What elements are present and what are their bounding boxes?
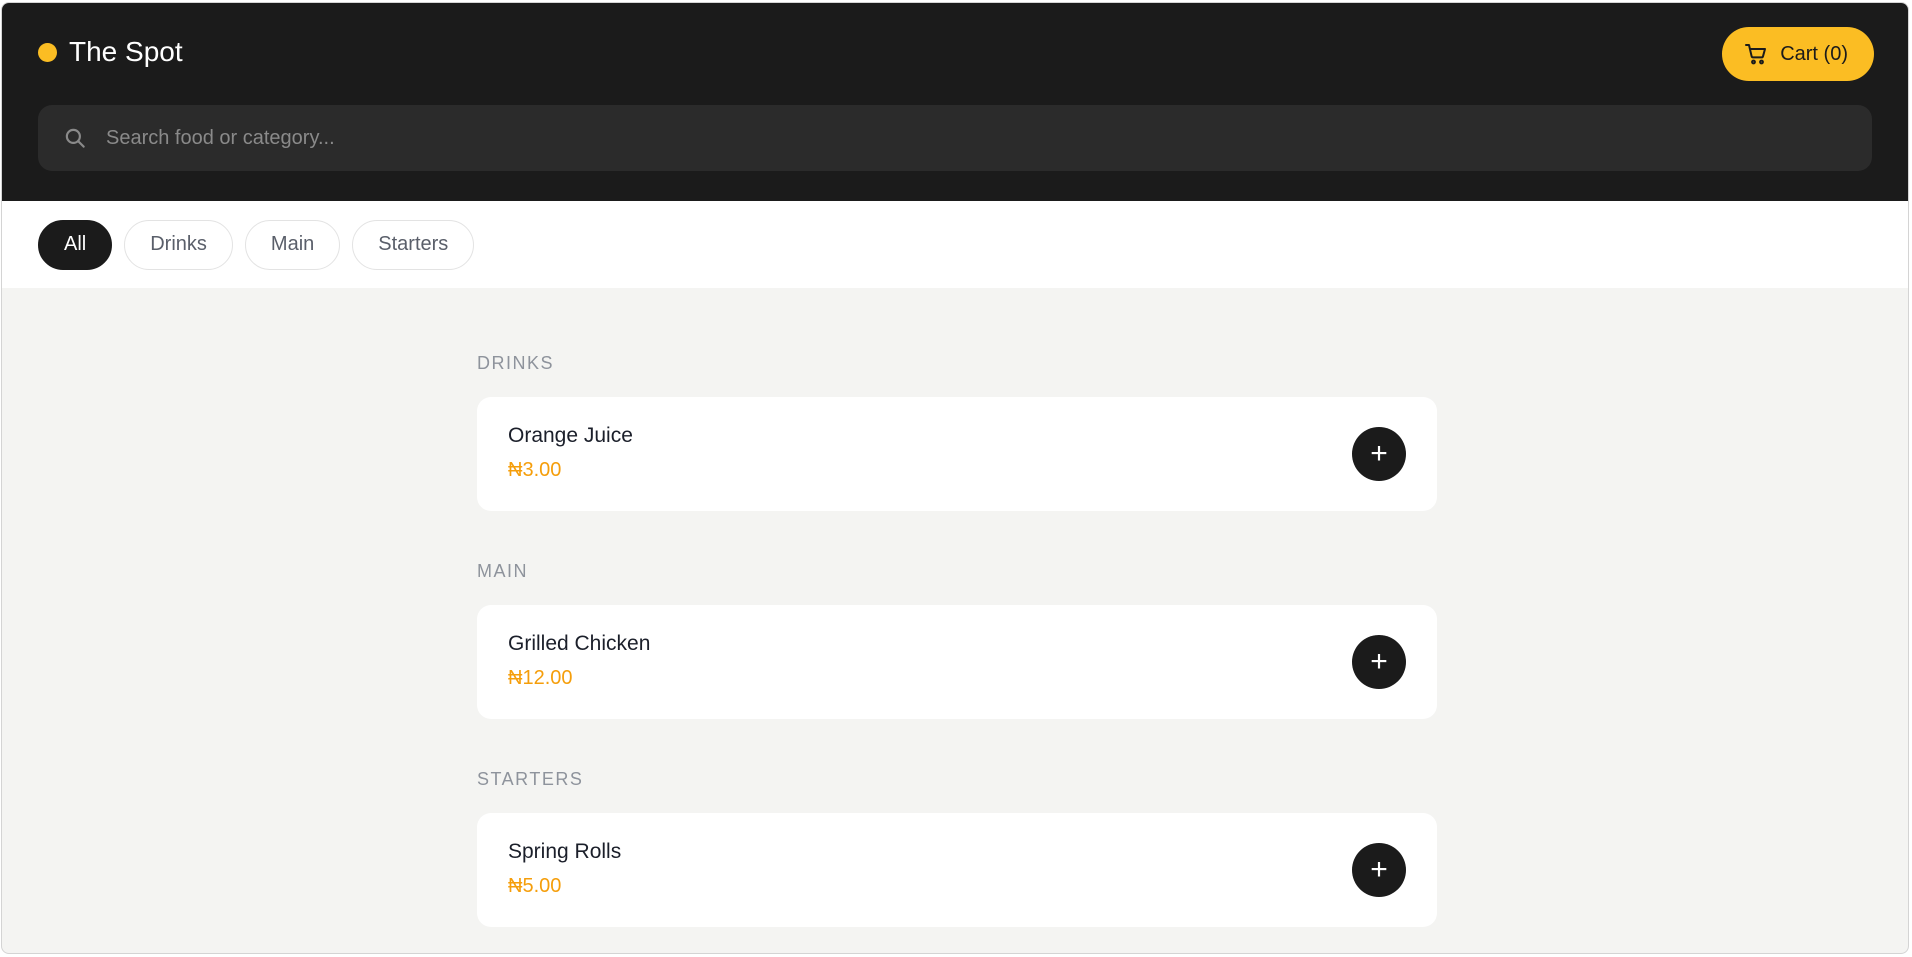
section-heading: MAIN [477,561,528,581]
item-name: Spring Rolls [508,840,622,863]
menu-section-drinks: DRINKS Orange Juice ₦3.00 + [477,351,1437,511]
item-price: ₦12.00 [508,667,573,689]
cart-button[interactable]: Cart (0) [1722,27,1874,81]
section-heading: DRINKS [477,353,555,373]
search-box[interactable] [38,105,1872,171]
brand-name: The Spot [69,36,183,67]
add-to-cart-button[interactable]: + [1352,635,1406,689]
status-dot-icon [38,42,57,62]
menu-item-card: Spring Rolls ₦5.00 + [477,813,1437,927]
menu-section-starters: STARTERS Spring Rolls ₦5.00 + [477,767,1437,927]
menu-item-card: Orange Juice ₦3.00 + [477,397,1437,511]
filter-chip-starters[interactable]: Starters [352,219,475,270]
menu-section-main: MAIN Grilled Chicken ₦12.00 + [477,559,1437,719]
category-filter-bar: All Drinks Main Starters [2,201,1908,288]
top-bar: The Spot Cart (0) [2,3,1908,201]
cart-label: Cart (0) [1780,42,1848,65]
cart-icon [1744,42,1768,66]
menu-item-card: Grilled Chicken ₦12.00 + [477,605,1437,719]
add-to-cart-button[interactable]: + [1352,427,1406,481]
search-input[interactable] [104,125,1872,151]
item-name: Grilled Chicken [508,632,651,655]
item-price: ₦3.00 [508,459,562,481]
app-window: The Spot Cart (0) All Drinks [1,2,1909,954]
section-heading: STARTERS [477,769,584,789]
menu-list: DRINKS Orange Juice ₦3.00 + MAIN Grilled… [477,351,1437,953]
item-price: ₦5.00 [508,875,562,897]
add-to-cart-button[interactable]: + [1352,843,1406,897]
item-name: Orange Juice [508,424,633,447]
brand: The Spot [38,36,183,68]
filter-chip-main[interactable]: Main [244,219,341,270]
search-icon [62,125,88,151]
filter-chip-all[interactable]: All [38,219,113,270]
filter-chip-drinks[interactable]: Drinks [124,219,233,270]
